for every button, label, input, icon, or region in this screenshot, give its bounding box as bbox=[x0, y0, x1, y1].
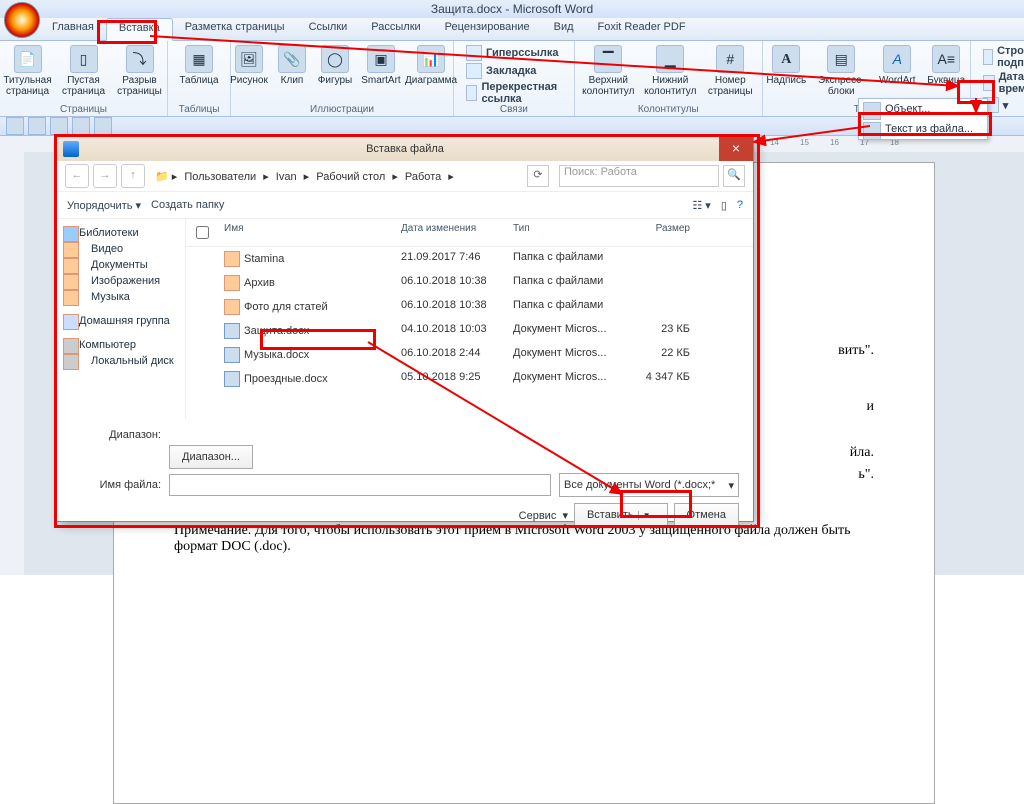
dialog-icon bbox=[63, 141, 79, 157]
cover-page-button[interactable]: 📄Титульная страница bbox=[1, 43, 55, 99]
shapes-button[interactable]: ◯Фигуры bbox=[313, 43, 357, 88]
object-dropdown[interactable]: ▾ bbox=[983, 97, 1024, 113]
tree-docs[interactable]: Документы bbox=[61, 257, 181, 273]
nav-back[interactable]: ← bbox=[65, 164, 89, 188]
col-size[interactable]: Размер bbox=[624, 219, 696, 246]
tree-computer[interactable]: Компьютер bbox=[61, 337, 181, 353]
dropcap-button[interactable]: A≡Буквица bbox=[923, 43, 969, 88]
tab-foxit[interactable]: Foxit Reader PDF bbox=[586, 18, 698, 40]
insert-button[interactable]: Вставить▼ bbox=[574, 503, 668, 527]
nav-up[interactable]: ↑ bbox=[121, 164, 145, 188]
page-break-button[interactable]: ⤵Разрыв страницы bbox=[113, 43, 167, 99]
refresh-button[interactable]: ⟳ bbox=[527, 165, 549, 187]
file-row[interactable]: Музыка.docx06.10.2018 2:44Документ Micro… bbox=[186, 343, 753, 367]
quickparts-button[interactable]: ▤Экспресс-блоки bbox=[811, 43, 871, 99]
pagenum-button[interactable]: #Номер страницы bbox=[702, 43, 758, 99]
hyperlink-button[interactable]: Гиперссылка bbox=[466, 45, 562, 61]
tree-libraries[interactable]: Библиотеки bbox=[61, 225, 181, 241]
bookmark-button[interactable]: Закладка bbox=[466, 63, 562, 79]
clip-button[interactable]: 📎Клип bbox=[273, 43, 311, 88]
footer-button[interactable]: ▁Нижний колонтитул bbox=[640, 43, 700, 99]
object-menu: Объект... Текст из файла... bbox=[858, 98, 988, 140]
title-bar: Защита.docx - Microsoft Word bbox=[0, 0, 1024, 18]
ribbon-tabs: Главная Вставка Разметка страницы Ссылки… bbox=[0, 18, 1024, 41]
tree-homegroup[interactable]: Домашняя группа bbox=[61, 313, 181, 329]
group-pages-label: Страницы bbox=[0, 102, 167, 116]
datetime-button[interactable]: Дата и время bbox=[983, 71, 1024, 95]
tree-music[interactable]: Музыка bbox=[61, 289, 181, 305]
tab-mail[interactable]: Рассылки bbox=[359, 18, 432, 40]
view-button[interactable]: ☷ ▾ bbox=[692, 199, 710, 212]
header-button[interactable]: ▔Верхний колонтитул bbox=[578, 43, 638, 99]
tree-img[interactable]: Изображения bbox=[61, 273, 181, 289]
qat-icon[interactable] bbox=[72, 117, 90, 135]
nav-tree[interactable]: Библиотеки Видео Документы Изображения М… bbox=[57, 219, 186, 419]
range-button[interactable]: Диапазон... bbox=[169, 445, 253, 469]
tree-disk[interactable]: Локальный диск bbox=[61, 353, 181, 369]
col-date[interactable]: Дата изменения bbox=[395, 219, 507, 246]
col-type[interactable]: Тип bbox=[507, 219, 624, 246]
file-row[interactable]: Архив06.10.2018 10:38Папка с файлами bbox=[186, 271, 753, 295]
search-input[interactable]: Поиск: Работа bbox=[559, 165, 719, 187]
textbox-button[interactable]: AНадпись bbox=[763, 43, 809, 88]
menu-object[interactable]: Объект... bbox=[859, 99, 987, 119]
col-name[interactable]: Имя bbox=[218, 219, 395, 246]
tab-refs[interactable]: Ссылки bbox=[297, 18, 360, 40]
redo-icon[interactable] bbox=[50, 117, 68, 135]
cancel-button[interactable]: Отмена bbox=[674, 503, 739, 527]
help-button[interactable]: ? bbox=[737, 199, 743, 211]
preview-button[interactable]: ▯ bbox=[721, 199, 727, 212]
nav-fwd[interactable]: → bbox=[93, 164, 117, 188]
undo-icon[interactable] bbox=[28, 117, 46, 135]
file-list: Имя Дата изменения Тип Размер Stamina21.… bbox=[186, 219, 753, 419]
filename-input[interactable] bbox=[169, 474, 551, 496]
wordart-button[interactable]: AWordArt bbox=[873, 43, 921, 88]
file-row[interactable]: Фото для статей06.10.2018 10:38Папка с ф… bbox=[186, 295, 753, 319]
breadcrumb[interactable]: 📁 ▸ Пользователи ▸ Ivan ▸ Рабочий стол ▸… bbox=[149, 170, 523, 183]
close-button[interactable]: × bbox=[719, 137, 753, 161]
qat-icon[interactable] bbox=[94, 117, 112, 135]
smartart-button[interactable]: ▣SmartArt bbox=[359, 43, 403, 88]
insert-file-dialog: Вставка файла × ← → ↑ 📁 ▸ Пользователи ▸… bbox=[56, 136, 754, 522]
dialog-title: Вставка файла × bbox=[57, 137, 753, 161]
tab-layout[interactable]: Разметка страницы bbox=[173, 18, 297, 40]
file-row[interactable]: Защита.docx04.10.2018 10:03Документ Micr… bbox=[186, 319, 753, 343]
tab-home[interactable]: Главная bbox=[40, 18, 106, 40]
tree-video[interactable]: Видео bbox=[61, 241, 181, 257]
newfolder-button[interactable]: Создать папку bbox=[151, 199, 224, 211]
file-row[interactable]: Stamina21.09.2017 7:46Папка с файлами bbox=[186, 247, 753, 271]
sigline-button[interactable]: Строка подписи bbox=[983, 45, 1024, 69]
tab-insert[interactable]: Вставка bbox=[106, 18, 173, 41]
picture-button[interactable]: 🖼Рисунок bbox=[227, 43, 271, 88]
menu-text-from-file[interactable]: Текст из файла... bbox=[859, 119, 987, 139]
select-all-checkbox[interactable] bbox=[196, 226, 209, 239]
search-button[interactable]: 🔍 bbox=[723, 165, 745, 187]
office-button[interactable] bbox=[4, 2, 40, 38]
table-button[interactable]: ▦Таблица bbox=[172, 43, 226, 88]
filetype-select[interactable]: Все документы Word (*.docx;*▾ bbox=[559, 473, 739, 497]
service-button[interactable]: Сервис ▾ bbox=[519, 509, 568, 522]
file-row[interactable]: Проездные.docx05.10.2018 9:25Документ Mi… bbox=[186, 367, 753, 391]
blank-page-button[interactable]: ▯Пустая страница bbox=[57, 43, 111, 99]
tab-review[interactable]: Рецензирование bbox=[433, 18, 542, 40]
group-hf-label: Колонтитулы bbox=[575, 102, 762, 116]
tab-view[interactable]: Вид bbox=[542, 18, 586, 40]
chart-button[interactable]: 📊Диаграмма bbox=[405, 43, 457, 88]
group-links-label: Связи bbox=[454, 102, 574, 116]
vertical-ruler bbox=[0, 152, 25, 575]
save-icon[interactable] bbox=[6, 117, 24, 135]
group-tables-label: Таблицы bbox=[168, 102, 230, 116]
group-illus-label: Иллюстрации bbox=[231, 102, 453, 116]
organize-button[interactable]: Упорядочить ▾ bbox=[67, 199, 141, 212]
